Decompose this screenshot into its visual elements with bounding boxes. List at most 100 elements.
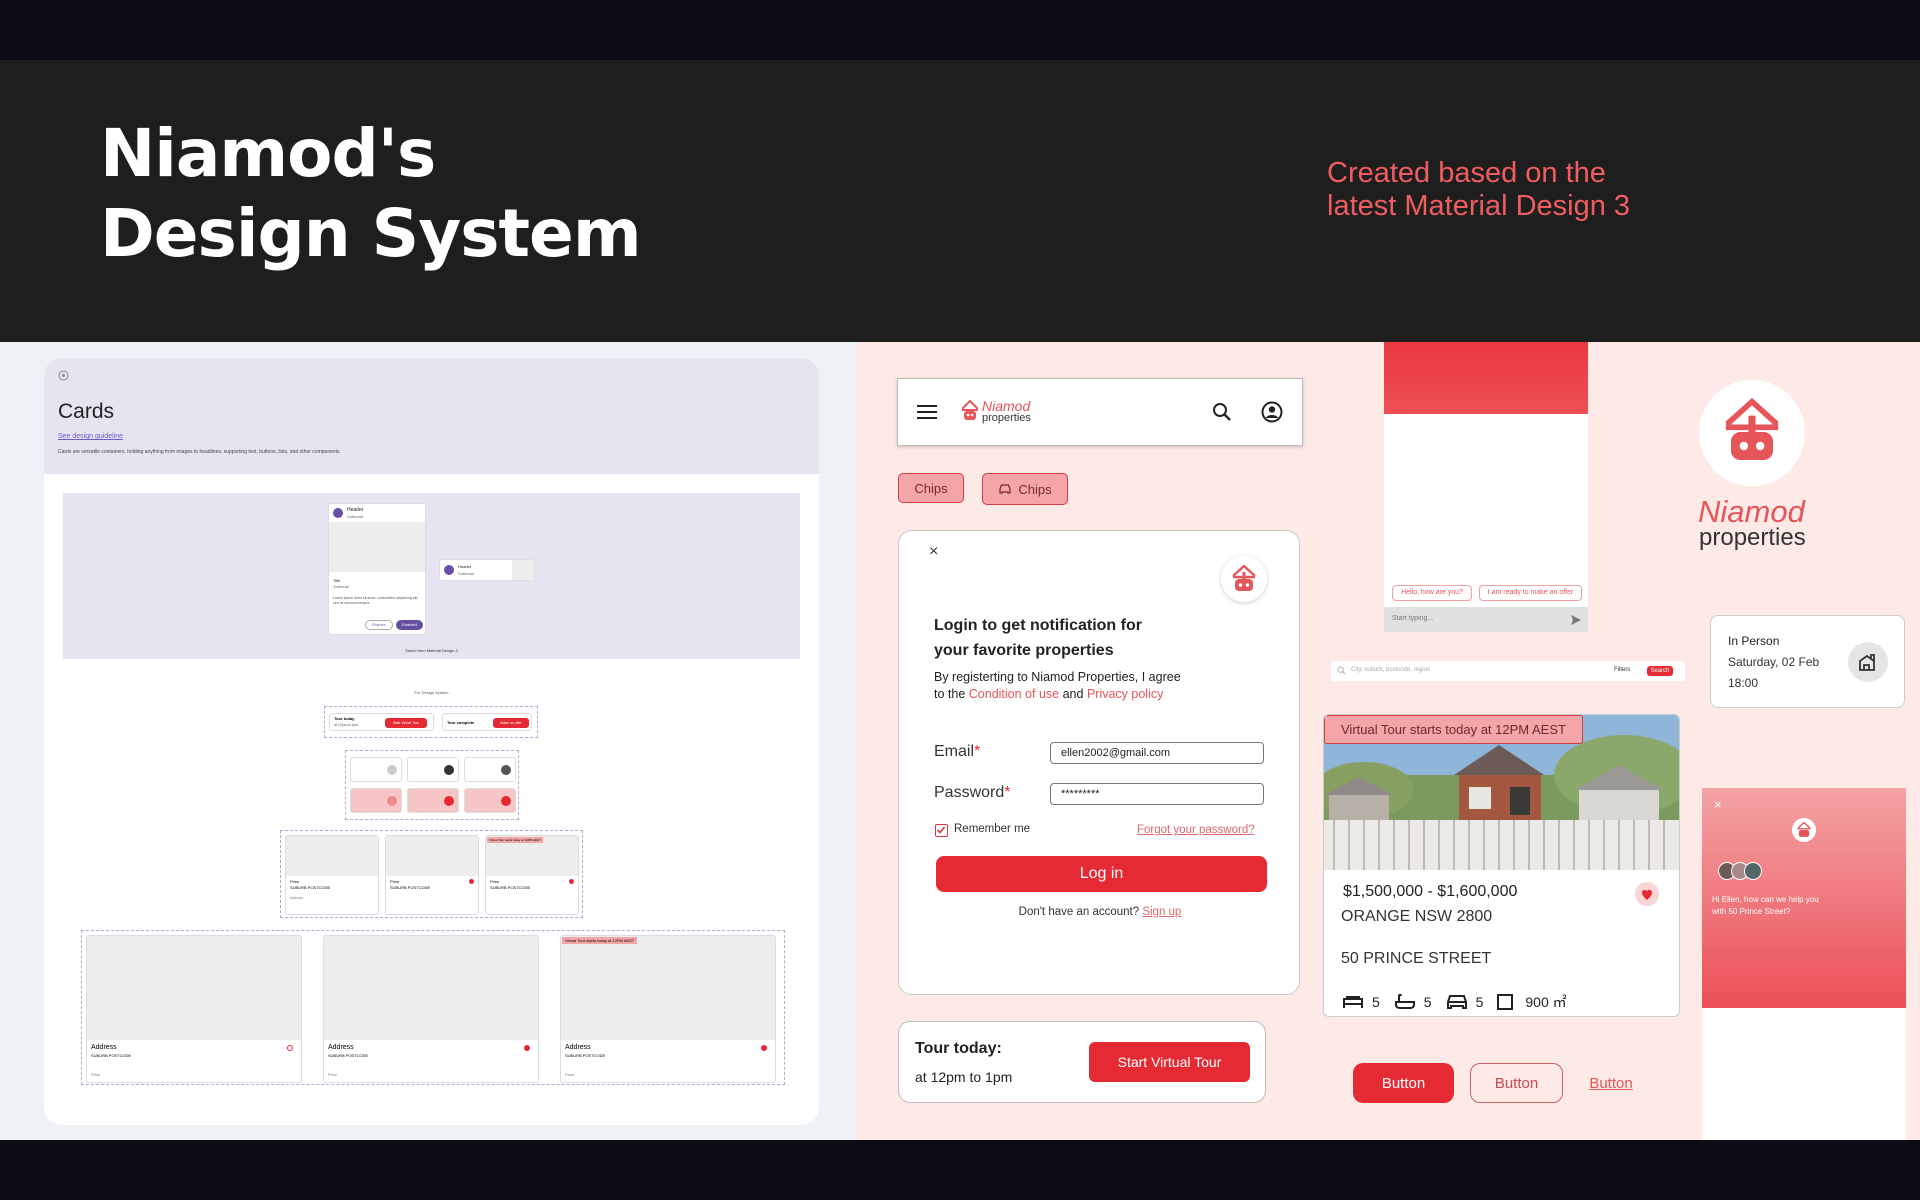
chat-panel-close-icon[interactable]: × (1714, 797, 1722, 812)
start-virtual-tour-button[interactable]: Start Virtual Tour (1089, 1042, 1250, 1082)
menu-icon[interactable] (917, 404, 937, 420)
dialog-close-icon[interactable]: × (929, 543, 938, 561)
chat-panel-agents (1718, 862, 1762, 880)
chat-screen: Hello, how are you? I am ready to make a… (1384, 342, 1588, 632)
demo-card-sub-2: Subhead (458, 571, 475, 576)
demo-filled-button[interactable]: Enabled (396, 620, 423, 630)
email-field[interactable]: ellen2002@gmail.com (1050, 742, 1264, 764)
cards-heading: Cards (58, 400, 115, 423)
car-icon (1446, 995, 1467, 1009)
top-app-bar: Niamod properties (897, 378, 1303, 446)
design-guideline-link[interactable]: See design guideline (58, 433, 123, 440)
brand-logo-mark (1699, 380, 1805, 486)
property-listing-card[interactable]: Virtual Tour starts today at 12PM AEST $… (1323, 714, 1680, 1017)
login-agree-text: By registerting to Niamod Properties, I … (934, 669, 1181, 703)
small-card-address: Address (290, 896, 303, 900)
material-demo-area: Header Subhead Title Subhead Lorem ipsum… (63, 493, 800, 659)
large-card-suburb: SUBURB POSTCODE (565, 1053, 606, 1058)
land-area: 900 ㎡ (1525, 994, 1567, 1010)
listing-street: 50 PRINCE STREET (1341, 950, 1492, 967)
chat-panel-message: Hi Ellen, how can we help you with 50 Pr… (1712, 895, 1819, 916)
account-icon[interactable] (1261, 401, 1283, 423)
and-text: and (1062, 687, 1084, 701)
remember-checkbox[interactable] (935, 824, 948, 837)
cards-description: Cards are versatile containers, holding … (58, 449, 340, 455)
chip-basic[interactable]: Chips (898, 473, 964, 503)
tour-variants-frame: Tour today at 12pm to 1pm Start Virtual … (324, 706, 538, 738)
login-button[interactable]: Log in (936, 856, 1267, 892)
condition-link[interactable]: Condition of use (969, 687, 1059, 701)
favorite-heart-icon[interactable] (1635, 882, 1659, 906)
robot-house-small-icon (1797, 822, 1811, 837)
in-person-icon-badge (1848, 642, 1888, 682)
demo-card-body: Lorem ipsum dolor sit amet, consectetur … (333, 596, 419, 605)
large-card-heart-icon[interactable] (524, 1045, 530, 1051)
tour-title: Tour today: (915, 1040, 1002, 1057)
mini-complete-card: Tour complete Make an offer (442, 713, 532, 731)
chip-with-icon[interactable]: Chips (982, 473, 1068, 505)
listing-features: 5 5 5 900 ㎡ (1342, 992, 1567, 1012)
chat-panel-logo (1792, 818, 1816, 842)
inperson-variants-frame (345, 750, 519, 820)
large-card-heart-icon[interactable] (287, 1045, 293, 1051)
search-bar-placeholder: City, suburb, postcode, region (1351, 667, 1431, 673)
demo-horizontal-card: Header Subhead (439, 559, 535, 581)
search-bar[interactable]: City, suburb, postcode, region Filters S… (1331, 661, 1685, 681)
building-icon (1859, 654, 1875, 671)
robot-house-icon (1232, 565, 1256, 591)
mini-offer-button[interactable]: Make an offer (493, 718, 529, 728)
password-label-text: Password (934, 784, 1005, 801)
listing-price: $1,500,000 - $1,600,000 (1343, 883, 1518, 900)
small-card-heart-icon[interactable] (469, 879, 474, 884)
large-card-tag: Virtual Tour starts today at 12PM AEST (562, 937, 638, 944)
chat-suggestion-2[interactable]: I am ready to make an offer (1479, 585, 1582, 601)
in-person-card[interactable]: In Person Saturday, 02 Feb 18:00 (1710, 615, 1905, 708)
outlined-button[interactable]: Button (1470, 1063, 1563, 1103)
chat-suggestion-1[interactable]: Hello, how are you? (1392, 585, 1472, 601)
search-icon[interactable] (1212, 402, 1232, 422)
chat-input-placeholder: Start typing... (1392, 615, 1434, 622)
inperson-variant (464, 788, 516, 813)
small-card-suburb: SUBURB POSTCODE (490, 885, 531, 890)
design-system-label: For Design System (414, 690, 449, 695)
password-field[interactable]: ********* (1050, 783, 1264, 805)
chat-input[interactable]: Start typing... (1384, 607, 1588, 632)
subtitle-line-2: latest Material Design 3 (1327, 190, 1631, 222)
demo-outline-button[interactable]: Explore (365, 620, 393, 630)
inperson-variant (350, 757, 402, 782)
large-card-heart-icon[interactable] (761, 1045, 767, 1051)
small-card-media (286, 836, 378, 876)
brand-sub: properties (982, 412, 1031, 424)
demo-card: Header Subhead Title Subhead Lorem ipsum… (328, 503, 426, 635)
signup-link[interactable]: Sign up (1142, 906, 1181, 918)
demo-card-secondary-sub: Subhead (333, 584, 350, 589)
send-icon[interactable] (1571, 615, 1581, 625)
login-title-line-2: your favorite properties (934, 642, 1114, 659)
dialog-logo (1221, 556, 1267, 602)
inperson-variant (407, 757, 459, 782)
search-bar-button[interactable]: Search (1647, 666, 1673, 676)
mini-tour-card: Tour today at 12pm to 1pm Start Virtual … (329, 713, 434, 731)
large-property-card: Virtual Tour starts today at 12PM AEST A… (560, 935, 776, 1083)
small-card-suburb: SUBURB POSTCODE (390, 885, 431, 890)
brand-logo-sub: properties (1699, 524, 1806, 551)
in-person-title: In Person (1728, 634, 1780, 648)
inperson-variant (407, 788, 459, 813)
inperson-variant (464, 757, 516, 782)
mini-tour-button[interactable]: Start Virtual Tour (385, 718, 427, 728)
small-card-heart-icon[interactable] (569, 879, 574, 884)
large-card-price: Price (91, 1072, 101, 1077)
text-button[interactable]: Button (1578, 1063, 1644, 1103)
large-card-suburb: SUBURB POSTCODE (328, 1053, 369, 1058)
small-card-price: Price (390, 879, 400, 884)
search-bar-filters[interactable]: Filters (1614, 667, 1630, 673)
privacy-link[interactable]: Privacy policy (1087, 687, 1163, 701)
demo-card-title: Header (347, 507, 364, 513)
large-card-suburb: SUBURB POSTCODE (91, 1053, 132, 1058)
forgot-password-link[interactable]: Forgot your password? (1137, 824, 1255, 836)
login-title-line-1: Login to get notification for (934, 617, 1142, 634)
component-icon (58, 370, 69, 381)
top-letterbox (0, 0, 1920, 60)
large-cards-frame: Address SUBURB POSTCODE Price Address SU… (81, 930, 785, 1085)
filled-button[interactable]: Button (1353, 1063, 1454, 1103)
